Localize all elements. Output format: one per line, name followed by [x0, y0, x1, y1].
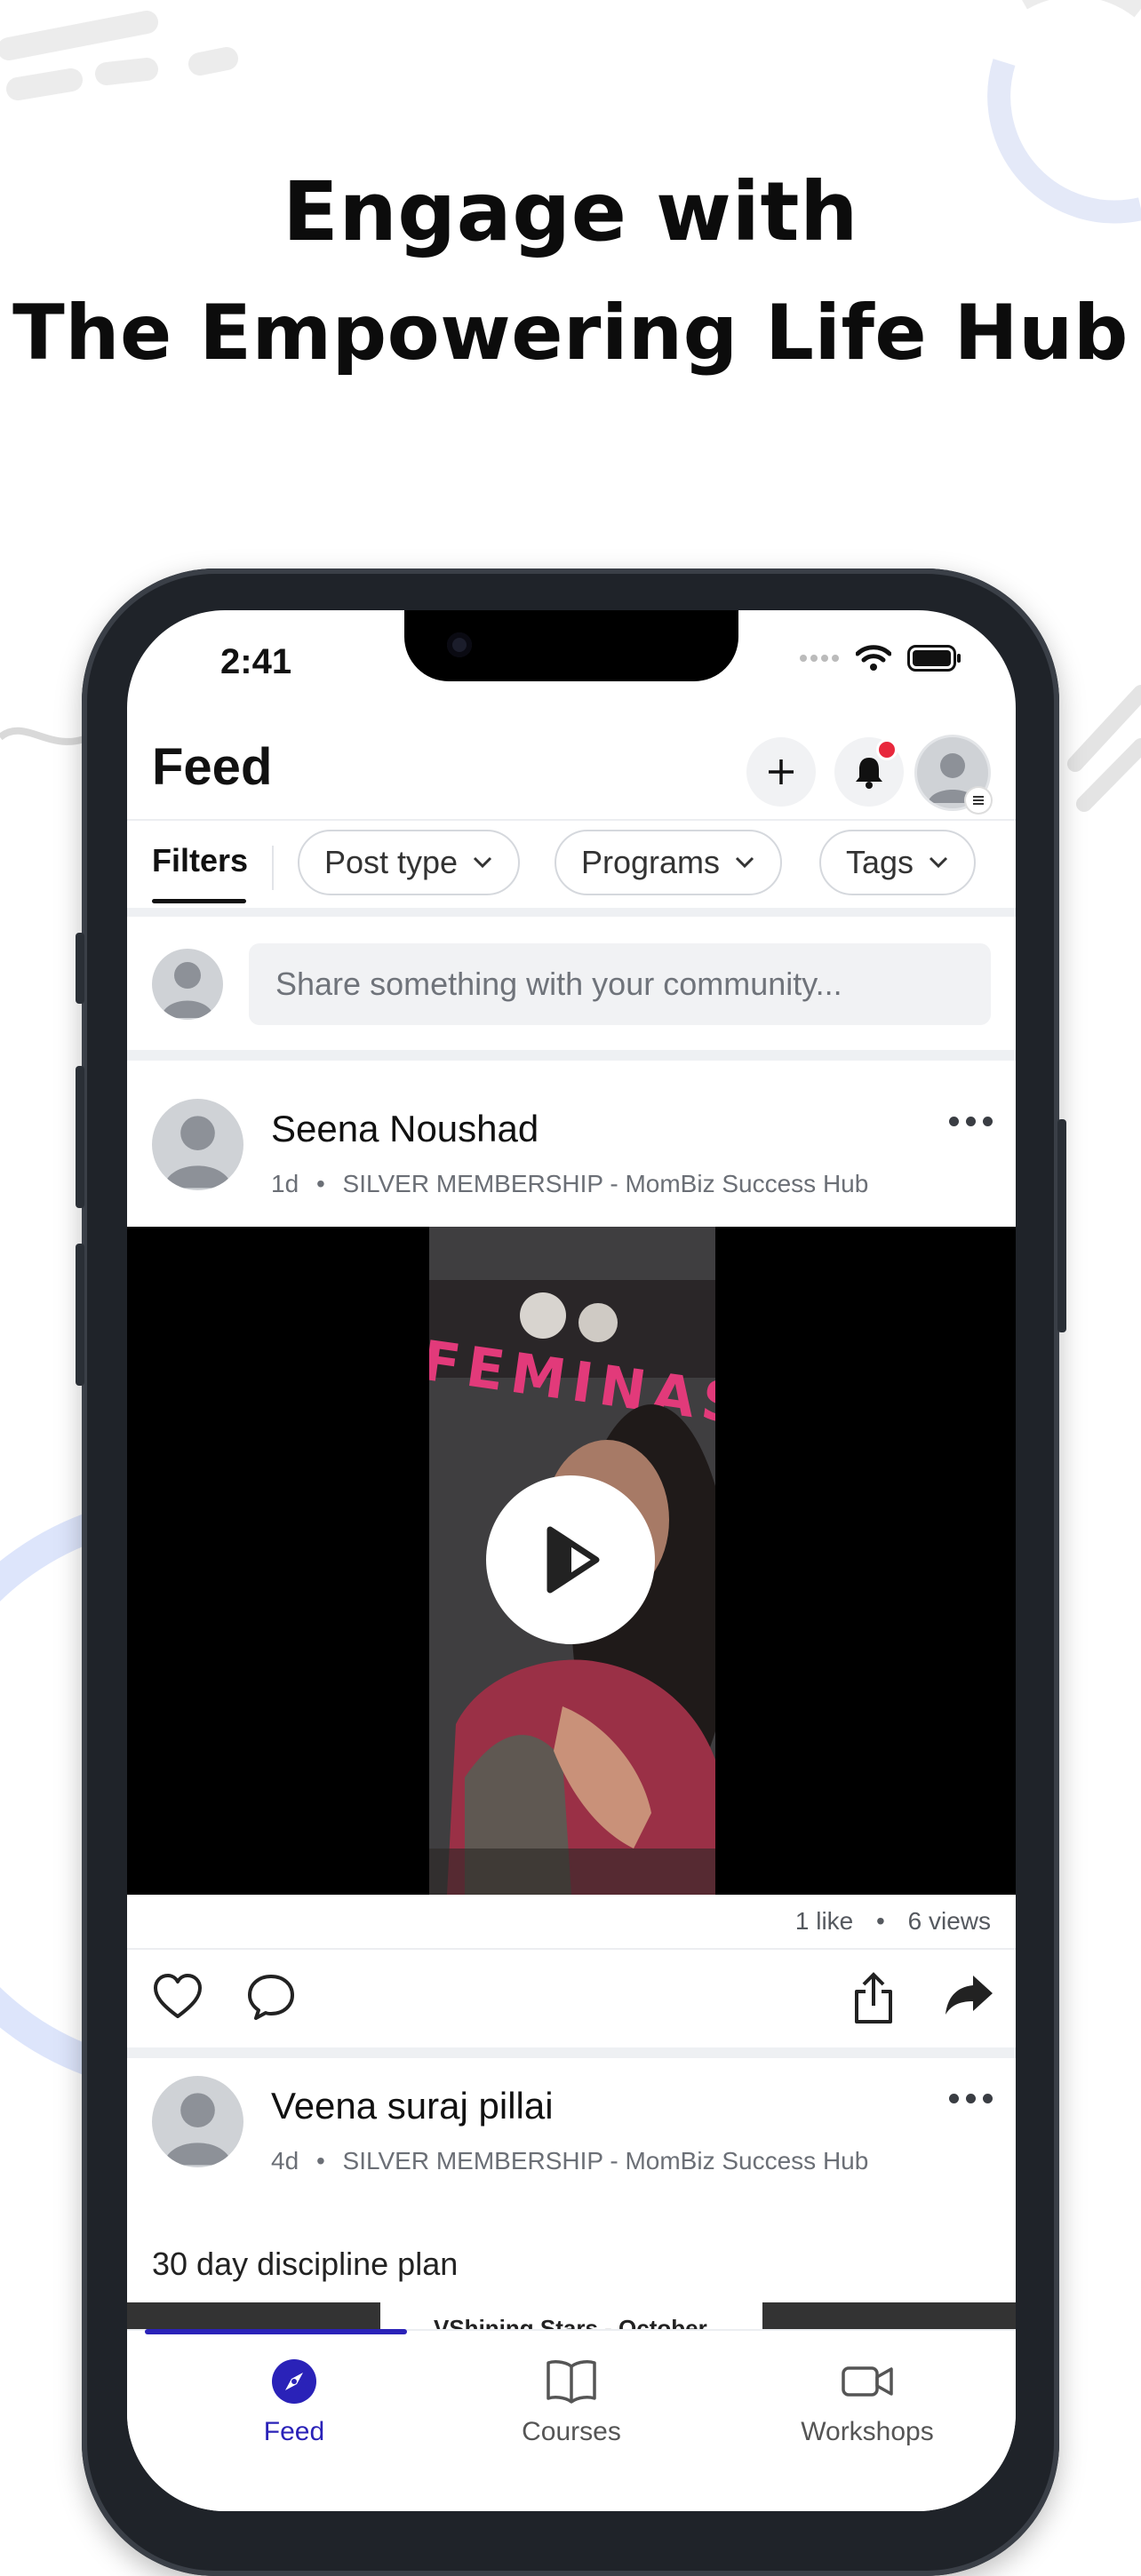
post-header: Veena suraj pillai 4d • SILVER MEMBERSHI…: [127, 2058, 1016, 2191]
comment-bubble-icon[interactable]: [245, 1972, 297, 2022]
wifi-icon: [856, 645, 891, 671]
headline-line-2: The Empowering Life Hub: [12, 289, 1129, 378]
page-title: Feed: [152, 738, 273, 796]
book-icon: [547, 2360, 596, 2404]
post-caption: 30 day discipline plan: [152, 2246, 459, 2282]
forward-arrow-icon[interactable]: [943, 1972, 994, 2018]
filter-chip-tags[interactable]: Tags: [819, 830, 977, 895]
post-meta: 4d • SILVER MEMBERSHIP - MomBiz Success …: [271, 2147, 868, 2175]
decorative-slashes-right: [1067, 685, 1141, 812]
phone-volume-up-button: [76, 1066, 84, 1208]
filter-chip-label: Post type: [324, 844, 459, 880]
nav-label-courses: Courses: [522, 2417, 621, 2446]
share-upload-icon[interactable]: [851, 1972, 896, 2025]
status-time: 2:41: [220, 642, 292, 681]
post-stats-text: 1 like • 6 views: [795, 1907, 991, 1936]
video-camera-icon: [842, 2366, 893, 2397]
bottom-navigation: Feed Courses Workshops: [127, 2329, 1016, 2511]
battery-icon: [907, 645, 961, 672]
nav-label-feed: Feed: [263, 2417, 325, 2446]
chevron-down-icon: [735, 856, 754, 869]
avatar-icon: [161, 962, 214, 1018]
nav-item-workshops[interactable]: Workshops: [761, 2357, 974, 2447]
phone-side-button: [76, 933, 84, 1004]
tab-filters[interactable]: Filters: [152, 842, 248, 879]
post-more-options-button[interactable]: [949, 1117, 993, 1126]
status-icons: [799, 644, 962, 672]
notification-badge: [876, 739, 898, 760]
post-composer: Share something with your community...: [127, 917, 1016, 1050]
filters-bar: Filters Post type Programs Tags: [127, 819, 1016, 911]
post-stats: 1 like • 6 views: [127, 1895, 1016, 1950]
nav-item-feed[interactable]: Feed: [188, 2357, 401, 2447]
author-avatar[interactable]: [152, 2076, 243, 2167]
plus-icon: [769, 759, 794, 784]
meta-separator: •: [315, 2147, 325, 2174]
chevron-down-icon: [929, 856, 948, 869]
stats-separator: •: [876, 1907, 885, 1935]
meta-separator: •: [315, 1170, 325, 1197]
menu-icon[interactable]: [966, 788, 991, 813]
nav-label-workshops: Workshops: [801, 2417, 934, 2446]
post-author-name[interactable]: Seena Noushad: [271, 1108, 539, 1150]
feed-header: Feed: [127, 712, 1016, 813]
section-divider: [127, 1050, 1016, 1061]
filter-chip-post-type[interactable]: Post type: [298, 830, 521, 895]
headline-line-1: Engage with: [282, 164, 859, 259]
section-divider: [127, 2047, 1016, 2058]
filter-chip-programs[interactable]: Programs: [555, 830, 783, 895]
share-post-input[interactable]: Share something with your community...: [249, 943, 991, 1025]
avatar-icon: [163, 2093, 233, 2166]
app-screen: 2:41 Feed Filters Post type Programs Tag…: [127, 610, 1016, 2511]
play-icon: [547, 1526, 600, 1594]
post-age: 4d: [271, 2147, 299, 2174]
post-author-name[interactable]: Veena suraj pillai: [271, 2085, 554, 2127]
chevron-down-icon: [474, 856, 492, 869]
decorative-dashes: [0, 11, 238, 100]
avatar-icon: [163, 1116, 233, 1189]
post-meta: 1d • SILVER MEMBERSHIP - MomBiz Success …: [271, 1170, 868, 1198]
nav-item-courses[interactable]: Courses: [465, 2357, 678, 2447]
front-camera: [447, 632, 472, 657]
post-header: Seena Noushad 1d • SILVER MEMBERSHIP - M…: [127, 1081, 1016, 1214]
add-post-button[interactable]: [746, 737, 816, 807]
like-count[interactable]: 1 like: [795, 1907, 853, 1935]
phone-power-button: [1057, 1119, 1066, 1332]
compass-icon: [272, 2359, 316, 2404]
filters-divider: [272, 846, 274, 890]
signal-icon: [800, 655, 839, 662]
post-group[interactable]: SILVER MEMBERSHIP - MomBiz Success Hub: [343, 1170, 869, 1197]
phone-volume-down-button: [76, 1244, 84, 1386]
author-avatar[interactable]: [152, 1099, 243, 1190]
filter-chip-label: Programs: [581, 844, 721, 880]
filters-active-indicator: [152, 899, 246, 903]
filter-chip-label: Tags: [846, 844, 914, 880]
composer-avatar: [152, 949, 223, 1020]
post-age: 1d: [271, 1170, 299, 1197]
post-more-options-button[interactable]: [949, 2094, 993, 2103]
like-heart-icon[interactable]: [152, 1972, 203, 2022]
bell-icon: [856, 758, 882, 789]
view-count: 6 views: [907, 1907, 991, 1935]
post-actions: [127, 1950, 1016, 2047]
post-video-player[interactable]: FEMINAS: [127, 1227, 1016, 1895]
play-button[interactable]: [486, 1475, 655, 1644]
active-tab-indicator: [145, 2329, 407, 2334]
post-group[interactable]: SILVER MEMBERSHIP - MomBiz Success Hub: [343, 2147, 869, 2174]
phone-notch: [404, 610, 738, 681]
